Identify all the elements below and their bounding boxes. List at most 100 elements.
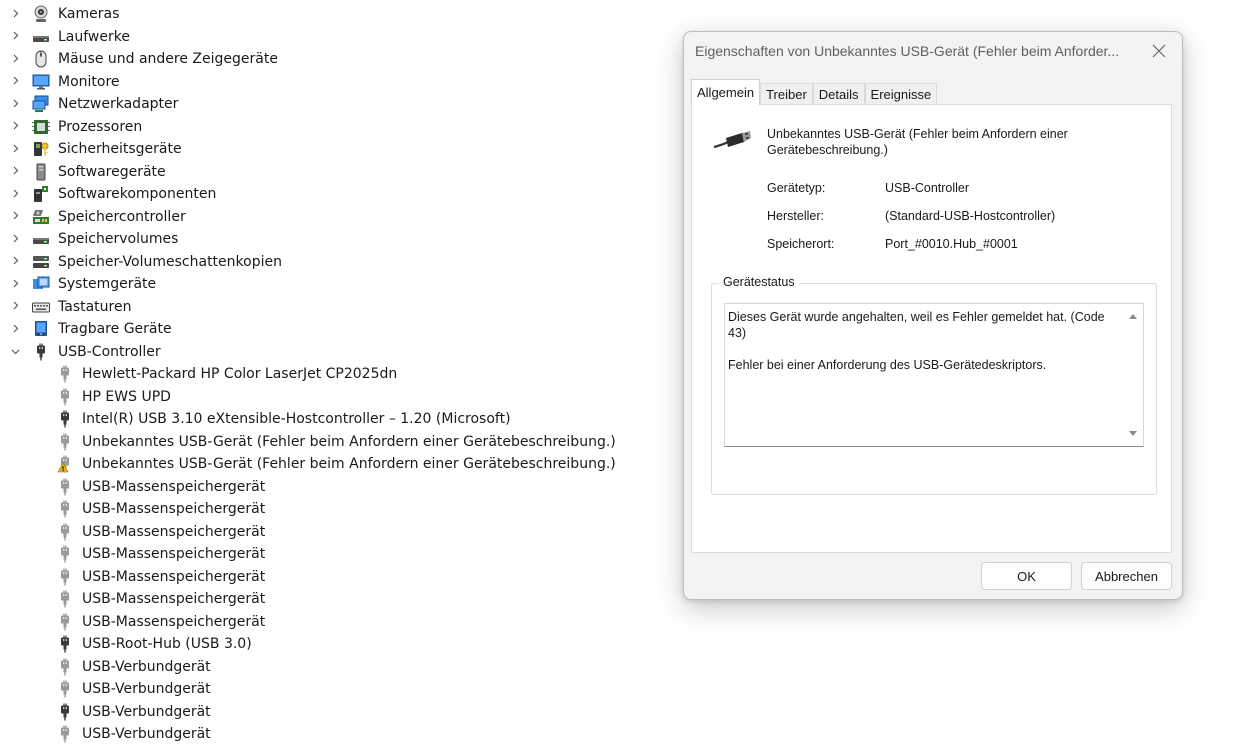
device-category-item[interactable]: USB-Controller	[0, 341, 660, 364]
tree-item-label: USB-Root-Hub (USB 3.0)	[82, 636, 252, 653]
tree-item-label: Tastaturen	[58, 298, 132, 315]
usb-plug-icon	[56, 500, 74, 518]
device-category-item[interactable]: Monitore	[0, 71, 660, 94]
usb-plug-icon	[56, 523, 74, 541]
usb-plug-icon	[56, 365, 74, 383]
device-category-item[interactable]: Kameras	[0, 3, 660, 26]
usb-device-item[interactable]: HP EWS UPD	[0, 386, 660, 409]
scroll-up-icon[interactable]	[1129, 314, 1137, 319]
device-status-legend: Gerätestatus	[719, 275, 799, 289]
device-category-item[interactable]: Softwaregeräte	[0, 161, 660, 184]
usb-plug-icon	[56, 388, 74, 406]
chevron-down-icon[interactable]	[0, 345, 22, 359]
property-key: Gerätetyp:	[767, 181, 826, 195]
tab-allgemein[interactable]: Allgemein	[691, 79, 761, 105]
device-category-item[interactable]: Sicherheitsgeräte	[0, 138, 660, 161]
tab-ereignisse[interactable]: Ereignisse	[864, 83, 938, 105]
chevron-right-icon[interactable]	[0, 75, 22, 88]
device-category-item[interactable]: Tragbare Geräte	[0, 318, 660, 341]
usb-device-item[interactable]: USB-Verbundgerät	[0, 656, 660, 679]
chevron-right-icon[interactable]	[0, 120, 22, 133]
property-row-location: Speicherort: Port_#0010.Hub_#0001	[767, 237, 1055, 265]
tab-treiber[interactable]: Treiber	[760, 83, 813, 105]
keyboard-icon	[32, 298, 50, 316]
usb-device-item[interactable]: USB-Massenspeichergerät	[0, 476, 660, 499]
usb-device-item[interactable]: USB-Massenspeichergerät	[0, 566, 660, 589]
usb-device-item[interactable]: USB-Massenspeichergerät	[0, 498, 660, 521]
tree-item-label: Netzwerkadapter	[58, 96, 179, 113]
usb-device-item[interactable]: USB-Root-Hub (USB 3.0)	[0, 633, 660, 656]
usb-icon	[32, 343, 50, 361]
usb-device-item[interactable]: Unbekanntes USB-Gerät (Fehler beim Anfor…	[0, 453, 660, 476]
device-category-item[interactable]: Prozessoren	[0, 116, 660, 139]
usb-plug-icon	[56, 545, 74, 563]
tree-item-label: Speichervolumes	[58, 231, 179, 248]
device-category-item[interactable]: Speichervolumes	[0, 228, 660, 251]
portable-device-icon	[32, 320, 50, 338]
device-category-item[interactable]: Tastaturen	[0, 296, 660, 319]
property-key: Hersteller:	[767, 209, 824, 223]
tree-item-label: USB-Massenspeichergerät	[82, 613, 266, 630]
usb-plug-dark-icon	[56, 703, 74, 721]
close-icon[interactable]	[1146, 39, 1172, 63]
usb-device-item[interactable]: USB-Verbundgerät	[0, 678, 660, 701]
property-row-type: Gerätetyp: USB-Controller	[767, 181, 1055, 209]
chevron-right-icon[interactable]	[0, 53, 22, 66]
device-category-item[interactable]: Mäuse und andere Zeigegeräte	[0, 48, 660, 71]
chevron-right-icon[interactable]	[0, 8, 22, 21]
tab-details[interactable]: Details	[812, 83, 865, 105]
usb-warning-icon	[56, 455, 74, 473]
chevron-right-icon[interactable]	[0, 143, 22, 156]
chevron-right-icon[interactable]	[0, 323, 22, 336]
usb-plug-icon	[56, 590, 74, 608]
device-category-item[interactable]: Speichercontroller	[0, 206, 660, 229]
chevron-right-icon[interactable]	[0, 210, 22, 223]
usb-device-item[interactable]: USB-Verbundgerät	[0, 701, 660, 724]
tree-item-label: Speicher-Volumeschattenkopien	[58, 253, 282, 270]
device-properties: Gerätetyp: USB-Controller Hersteller: (S…	[767, 181, 1055, 265]
software-device-icon	[32, 163, 50, 181]
usb-plug-icon	[56, 433, 74, 451]
chevron-right-icon[interactable]	[0, 188, 22, 201]
device-category-item[interactable]: Softwarekomponenten	[0, 183, 660, 206]
tree-item-label: Monitore	[58, 73, 120, 90]
chevron-right-icon[interactable]	[0, 300, 22, 313]
cancel-button[interactable]: Abbrechen	[1081, 562, 1172, 590]
usb-device-item[interactable]: Unbekanntes USB-Gerät (Fehler beim Anfor…	[0, 431, 660, 454]
usb-device-item[interactable]: USB-Massenspeichergerät	[0, 543, 660, 566]
ok-button[interactable]: OK	[981, 562, 1072, 590]
usb-cable-icon	[712, 129, 752, 158]
usb-plug-icon	[56, 680, 74, 698]
usb-device-item[interactable]: Hewlett-Packard HP Color LaserJet CP2025…	[0, 363, 660, 386]
chevron-right-icon[interactable]	[0, 233, 22, 246]
usb-device-item[interactable]: USB-Massenspeichergerät	[0, 588, 660, 611]
chevron-right-icon[interactable]	[0, 30, 22, 43]
tree-item-label: Prozessoren	[58, 118, 143, 135]
usb-device-item[interactable]: USB-Verbundgerät	[0, 723, 660, 746]
property-row-manufacturer: Hersteller: (Standard-USB-Hostcontroller…	[767, 209, 1055, 237]
chevron-right-icon[interactable]	[0, 98, 22, 111]
device-status-textbox[interactable]: Dieses Gerät wurde angehalten, weil es F…	[724, 303, 1144, 447]
device-category-item[interactable]: Speicher-Volumeschattenkopien	[0, 251, 660, 274]
usb-device-item[interactable]: USB-Massenspeichergerät	[0, 611, 660, 634]
tree-item-label: USB-Verbundgerät	[82, 726, 211, 743]
tree-item-label: USB-Controller	[58, 343, 161, 360]
property-value: (Standard-USB-Hostcontroller)	[885, 209, 1056, 223]
usb-device-item[interactable]: USB-Massenspeichergerät	[0, 521, 660, 544]
chevron-right-icon[interactable]	[0, 165, 22, 178]
usb-plug-dark-icon	[56, 635, 74, 653]
device-category-item[interactable]: Systemgeräte	[0, 273, 660, 296]
device-status-text: Dieses Gerät wurde angehalten, weil es F…	[728, 310, 1105, 372]
device-category-item[interactable]: Netzwerkadapter	[0, 93, 660, 116]
tree-item-label: USB-Verbundgerät	[82, 703, 211, 720]
scroll-down-icon[interactable]	[1129, 431, 1137, 436]
device-category-item[interactable]: Laufwerke	[0, 26, 660, 49]
status-scrollbar[interactable]	[1125, 304, 1143, 446]
dialog-titlebar[interactable]: Eigenschaften von Unbekanntes USB-Gerät …	[684, 32, 1182, 70]
tree-item-label: Intel(R) USB 3.10 eXtensible-Hostcontrol…	[82, 411, 511, 428]
tab-strip: Allgemein Treiber Details Ereignisse	[691, 79, 938, 105]
chevron-right-icon[interactable]	[0, 255, 22, 268]
usb-device-item[interactable]: Intel(R) USB 3.10 eXtensible-Hostcontrol…	[0, 408, 660, 431]
chevron-right-icon[interactable]	[0, 278, 22, 291]
tree-item-label: Speichercontroller	[58, 208, 186, 225]
